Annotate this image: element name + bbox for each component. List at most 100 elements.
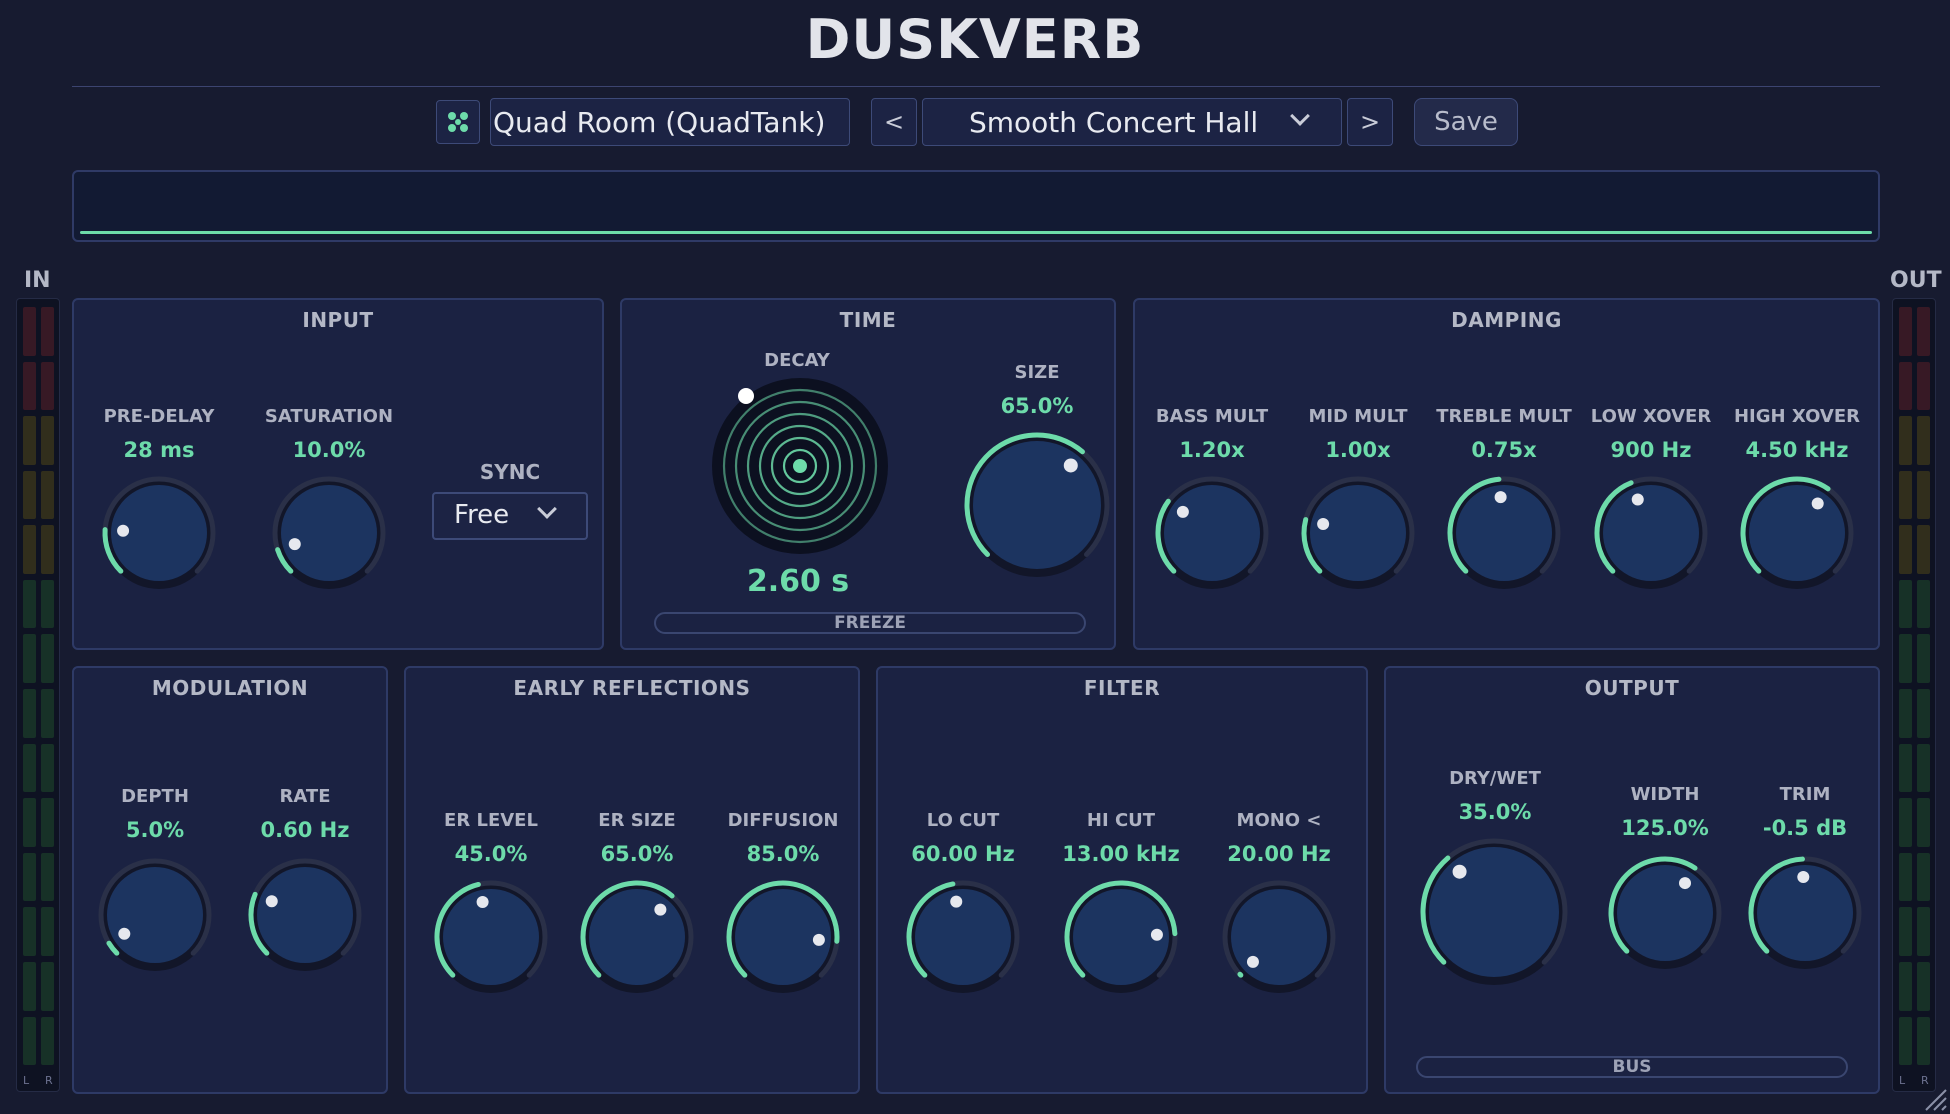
meter-segment: [41, 470, 54, 520]
knob-indicator: [1679, 877, 1692, 890]
freeze-button[interactable]: FREEZE: [654, 612, 1086, 634]
mid-mult-knob[interactable]: [1299, 474, 1417, 592]
meter-segment: [23, 470, 36, 520]
meter-segment: [1917, 1016, 1930, 1066]
app-title: DUSKVERB: [805, 8, 1145, 71]
er-size-knob[interactable]: [578, 878, 696, 996]
er-size-value: 65.0%: [600, 842, 674, 866]
hi-cut-label: HI CUT: [1086, 810, 1156, 831]
mid-mult-label: MID MULT: [1308, 406, 1408, 427]
sync-label: SYNC: [479, 460, 541, 484]
meter-segment: [1899, 307, 1912, 356]
meter-segment: [41, 798, 54, 847]
dry-wet-label: DRY/WET: [1449, 768, 1541, 789]
treble-mult-value: 0.75x: [1471, 438, 1537, 462]
trim-value: -0.5 dB: [1762, 816, 1848, 840]
preset-dropdown[interactable]: Smooth Concert Hall: [922, 98, 1342, 146]
meter-segment: [1917, 470, 1930, 520]
size-value: 65.0%: [1000, 394, 1074, 418]
size-knob[interactable]: [962, 430, 1112, 580]
lo-cut-knob[interactable]: [904, 878, 1022, 996]
mono-value: 20.00 Hz: [1227, 842, 1331, 866]
knob-indicator: [1811, 497, 1824, 510]
meter-segment: [1899, 798, 1912, 847]
early-reflections-panel: EARLY REFLECTIONS ER LEVEL 45.0% ER SIZE…: [404, 666, 860, 1094]
knob-indicator: [117, 524, 130, 537]
next-preset-button[interactable]: >: [1347, 98, 1393, 146]
save-button[interactable]: Save: [1414, 98, 1518, 146]
previous-preset-button[interactable]: <: [871, 98, 917, 146]
meter-segment: [23, 689, 36, 738]
dry-wet-knob[interactable]: [1418, 836, 1570, 988]
waveform-display: [72, 170, 1880, 242]
rate-label: RATE: [279, 786, 331, 807]
meter-segment: [23, 634, 36, 684]
input-meter-left-channel: [23, 307, 36, 1066]
meter-segment: [1899, 852, 1912, 902]
high-xover-value: 4.50 kHz: [1745, 438, 1849, 462]
title-divider: [72, 86, 1880, 87]
output-meter-right-channel: [1917, 307, 1930, 1066]
diffusion-knob[interactable]: [724, 878, 842, 996]
input-meter-label: IN: [24, 268, 51, 293]
knob-arc: [1237, 971, 1244, 978]
hi-cut-value: 13.00 kHz: [1062, 842, 1180, 866]
bass-mult-knob[interactable]: [1153, 474, 1271, 592]
meter-segment: [23, 307, 36, 356]
decay-center-dot: [793, 459, 807, 473]
low-xover-label: LOW XOVER: [1590, 406, 1712, 427]
mono-knob[interactable]: [1220, 878, 1338, 996]
meter-segment: [41, 689, 54, 738]
damping-panel: DAMPING BASS MULT 1.20x MID MULT 1.00x T…: [1133, 298, 1880, 650]
saturation-knob[interactable]: [270, 474, 388, 592]
knob-indicator: [950, 895, 963, 908]
width-knob[interactable]: [1606, 854, 1724, 972]
algorithm-dropdown[interactable]: Quad Room (QuadTank): [490, 98, 1310, 146]
randomize-button[interactable]: [436, 100, 480, 144]
left-channel-label: L: [1899, 1074, 1906, 1087]
meter-segment: [23, 907, 36, 956]
er-level-label: ER LEVEL: [444, 810, 538, 831]
bus-button[interactable]: BUS: [1416, 1056, 1848, 1078]
knob-indicator: [1797, 871, 1810, 884]
panel-title: FILTER: [1083, 676, 1161, 700]
knob-indicator: [288, 538, 301, 551]
depth-knob[interactable]: [96, 856, 214, 974]
pre-delay-knob[interactable]: [100, 474, 218, 592]
knob-indicator: [1452, 864, 1467, 879]
high-xover-knob[interactable]: [1738, 474, 1856, 592]
rate-knob[interactable]: [246, 856, 364, 974]
meter-segment: [1899, 743, 1912, 793]
bass-mult-value: 1.20x: [1179, 438, 1245, 462]
meter-segment: [23, 1016, 36, 1066]
meter-segment: [23, 961, 36, 1011]
rate-value: 0.60 Hz: [260, 818, 350, 842]
meter-segment: [1917, 798, 1930, 847]
sync-dropdown[interactable]: Free: [432, 492, 588, 540]
output-meter-label: OUT: [1890, 268, 1942, 293]
trim-knob[interactable]: [1746, 854, 1864, 972]
meter-segment: [23, 579, 36, 629]
decay-value: 2.60 s: [746, 564, 850, 599]
panel-title: OUTPUT: [1584, 676, 1680, 700]
treble-mult-knob[interactable]: [1445, 474, 1563, 592]
shuffle-icon: [448, 112, 468, 132]
meter-segment: [1917, 907, 1930, 956]
er-level-knob[interactable]: [432, 878, 550, 996]
decay-knob[interactable]: [710, 376, 890, 556]
filter-panel: FILTER LO CUT 60.00 Hz HI CUT 13.00 kHz …: [876, 666, 1368, 1094]
low-xover-knob[interactable]: [1592, 474, 1710, 592]
hi-cut-knob[interactable]: [1062, 878, 1180, 996]
meter-segment: [23, 361, 36, 411]
meter-segment: [1899, 689, 1912, 738]
meter-segment: [1899, 470, 1912, 520]
knob-indicator: [1631, 493, 1644, 506]
meter-segment: [41, 579, 54, 629]
low-xover-value: 900 Hz: [1610, 438, 1692, 462]
right-channel-label: R: [45, 1074, 53, 1087]
mono-label: MONO <: [1236, 810, 1322, 831]
meter-segment: [1917, 307, 1930, 356]
input-meter: L R: [16, 298, 60, 1092]
resize-grip-icon[interactable]: [1920, 1084, 1948, 1112]
panel-title: INPUT: [302, 308, 374, 332]
